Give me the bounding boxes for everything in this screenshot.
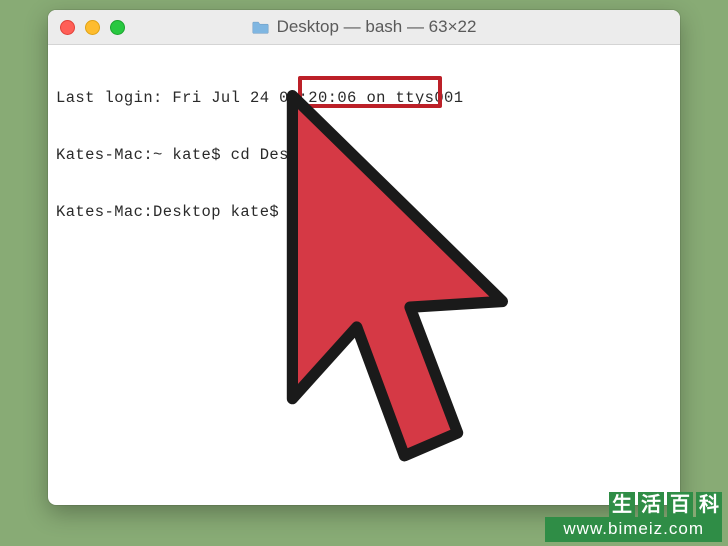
minimize-button[interactable] xyxy=(85,20,100,35)
watermark-url: www.bimeiz.com xyxy=(545,517,722,542)
watermark-char: 活 xyxy=(638,492,664,518)
watermark-char: 科 xyxy=(696,492,722,518)
folder-icon xyxy=(252,20,269,34)
terminal-line: Last login: Fri Jul 24 08:20:06 on ttys0… xyxy=(56,89,672,108)
window-titlebar[interactable]: Desktop — bash — 63×22 xyxy=(48,10,680,45)
zoom-button[interactable] xyxy=(110,20,125,35)
window-traffic-lights xyxy=(60,20,125,35)
watermark-char: 生 xyxy=(609,492,635,518)
watermark-logo: 生 活 百 科 xyxy=(608,492,722,518)
watermark-char: 百 xyxy=(667,492,693,518)
stage: Desktop — bash — 63×22 Last login: Fri J… xyxy=(0,0,728,546)
terminal-window[interactable]: Desktop — bash — 63×22 Last login: Fri J… xyxy=(48,10,680,505)
terminal-content[interactable]: Last login: Fri Jul 24 08:20:06 on ttys0… xyxy=(48,45,680,268)
close-button[interactable] xyxy=(60,20,75,35)
terminal-line: Kates-Mac:~ kate$ cd Desktop xyxy=(56,146,672,165)
window-title-group: Desktop — bash — 63×22 xyxy=(48,17,680,37)
window-title-text: Desktop — bash — 63×22 xyxy=(277,17,477,37)
terminal-line: Kates-Mac:Desktop kate$ wine 316.exe xyxy=(56,203,672,222)
